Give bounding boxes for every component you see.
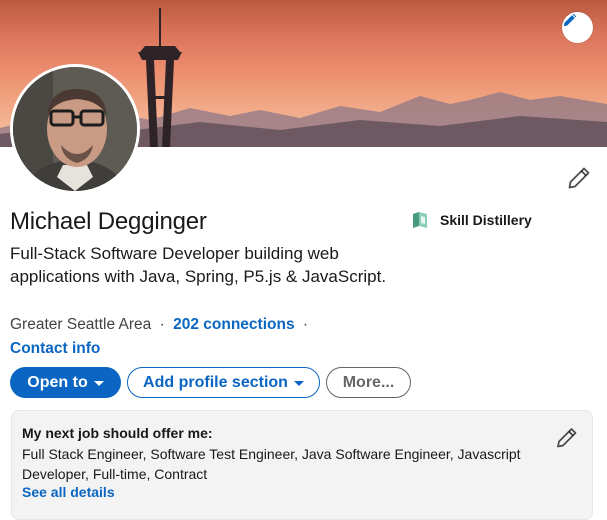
edit-profile-pencil-icon[interactable] xyxy=(566,166,592,190)
add-profile-section-button[interactable]: Add profile section xyxy=(127,367,320,398)
company-name: Skill Distillery xyxy=(440,212,532,228)
add-section-label: Add profile section xyxy=(143,373,288,391)
avatar[interactable] xyxy=(10,64,140,194)
edit-banner-button[interactable] xyxy=(562,12,593,43)
card-title: My next job should offer me: xyxy=(22,425,213,441)
profile-name: Michael Degginger xyxy=(10,208,207,235)
caret-down-icon xyxy=(293,381,304,386)
connections-link[interactable]: 202 connections xyxy=(173,316,294,333)
open-to-label: Open to xyxy=(27,373,88,391)
caret-down-icon xyxy=(93,381,104,386)
profile-photo xyxy=(13,67,137,191)
separator-dot: · xyxy=(302,316,309,333)
more-button[interactable]: More... xyxy=(326,367,411,398)
current-company[interactable]: Skill Distillery xyxy=(410,210,532,230)
edit-card-pencil-icon[interactable] xyxy=(555,427,579,449)
open-to-work-card: My next job should offer me: Full Stack … xyxy=(11,410,593,520)
skill-distillery-logo-icon xyxy=(413,212,427,228)
card-details: Full Stack Engineer, Software Test Engin… xyxy=(22,446,521,482)
pencil-icon xyxy=(563,13,577,27)
separator-dot: · xyxy=(159,316,165,333)
location-text: Greater Seattle Area xyxy=(10,316,152,333)
profile-headline: Full-Stack Software Developer building w… xyxy=(10,244,387,286)
location-row: Greater Seattle Area · 202 connections · xyxy=(10,316,308,334)
contact-info-link[interactable]: Contact info xyxy=(10,340,100,358)
see-all-details-link[interactable]: See all details xyxy=(22,484,115,500)
open-to-button[interactable]: Open to xyxy=(10,367,121,398)
